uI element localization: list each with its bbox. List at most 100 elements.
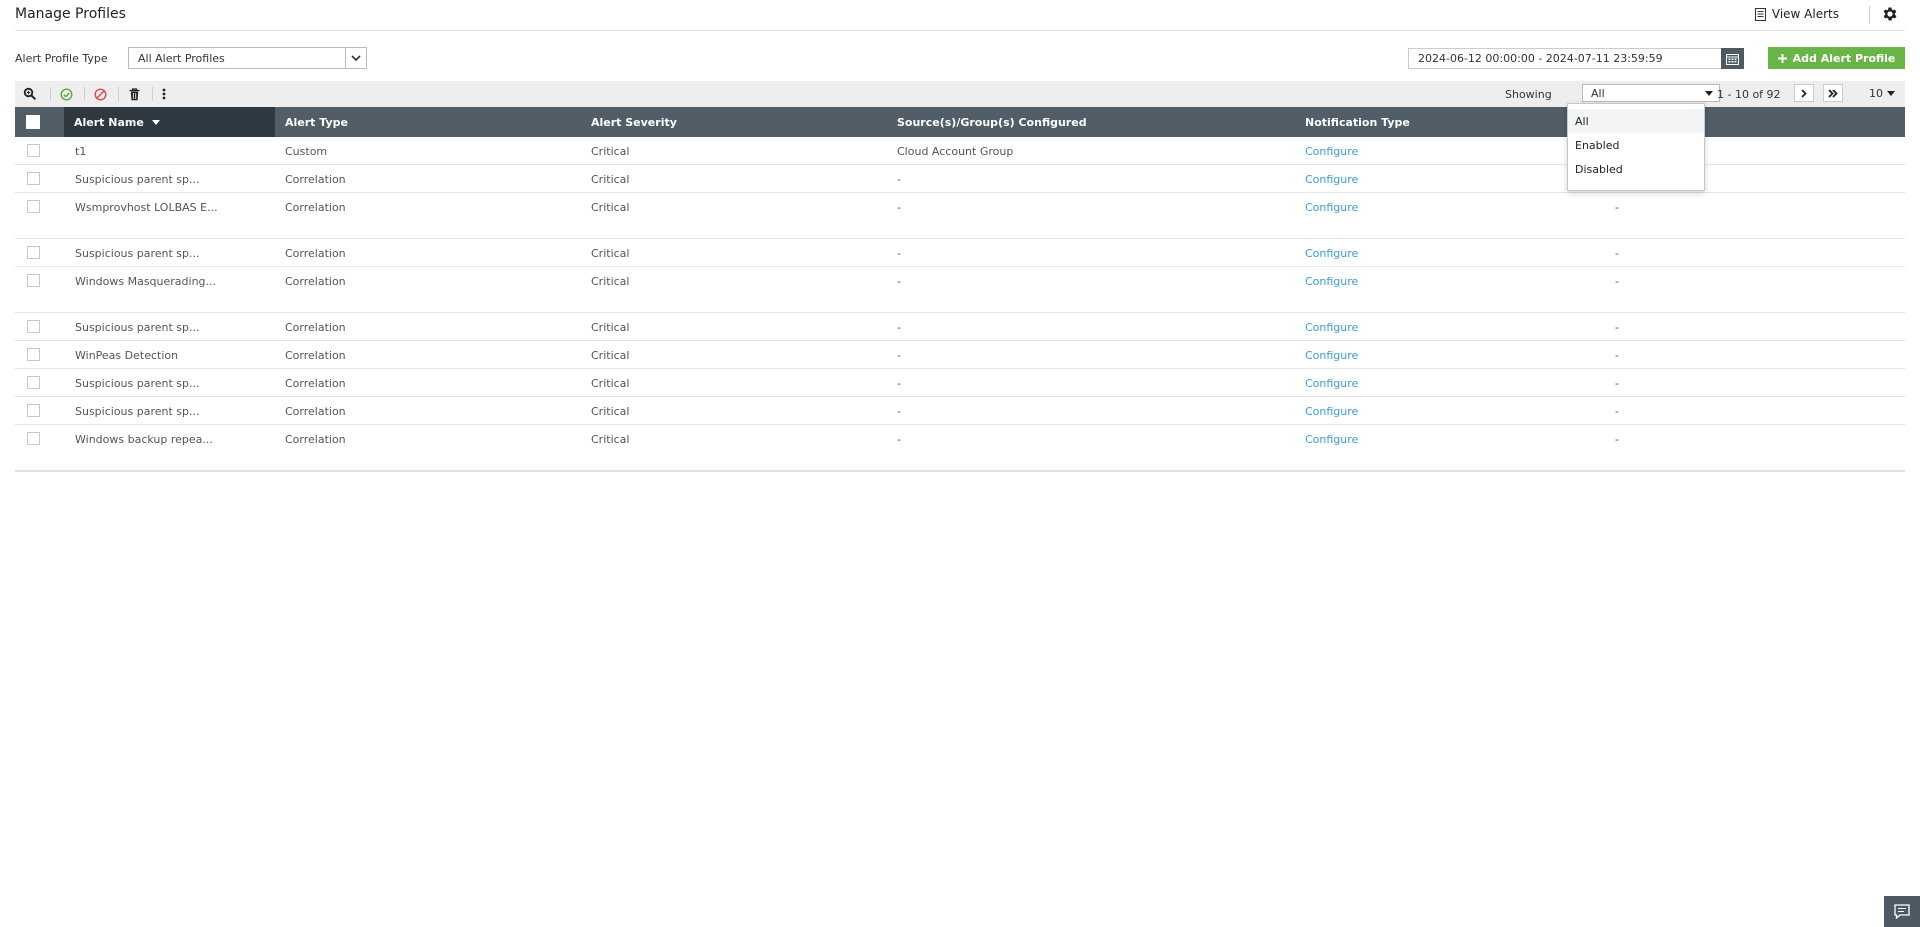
dropdown-option-all[interactable]: All [1568,109,1704,133]
alert-type-cell: Correlation [285,247,346,260]
last-page-icon[interactable] [1823,84,1843,102]
checkbox-box [27,246,40,259]
alert-severity-cell: Critical [591,321,630,334]
showing-select[interactable]: All [1582,84,1720,102]
alert-profile-type-value: All Alert Profiles [138,51,225,65]
table-row[interactable]: Windows Masquerading... Correlation Critic… [15,267,1905,313]
row-checkbox[interactable] [27,274,40,287]
column-header-notification-type[interactable]: Notification Type [1305,107,1410,137]
add-alert-profile-label: Add Alert Profile [1792,51,1896,65]
checkbox-box [27,348,40,361]
row-checkbox[interactable] [27,404,40,417]
table-row[interactable]: Suspicious parent sp... Correlation Critic… [15,369,1905,397]
source-cell: - [897,201,901,214]
column-label: Source(s)/Group(s) Configured [897,115,1087,129]
column-header-alert-name[interactable]: Alert Name [64,107,275,137]
alert-profile-type-select[interactable]: All Alert Profiles [128,47,367,69]
per-page-value: 10 [1869,87,1883,100]
calendar-icon[interactable] [1721,48,1744,69]
chat-button[interactable] [1884,896,1920,927]
configure-link[interactable]: Configure [1305,433,1358,446]
view-alerts-link[interactable]: View Alerts [1754,7,1839,21]
alert-name-cell[interactable]: Windows backup repea... [75,433,213,446]
alert-type-cell: Correlation [285,405,346,418]
showing-value: All [1591,86,1605,100]
table-row[interactable]: Suspicious parent sp... Correlation Critic… [15,239,1905,267]
dropdown-option-disabled[interactable]: Disabled [1568,157,1704,181]
configure-link[interactable]: Configure [1305,377,1358,390]
extra-cell: - [1615,433,1619,446]
chevron-down-icon [1705,90,1713,96]
search-icon[interactable] [22,86,38,102]
alert-name-cell[interactable]: t1 [75,145,86,158]
row-checkbox[interactable] [27,246,40,259]
column-header-sources[interactable]: Source(s)/Group(s) Configured [897,107,1087,137]
alert-name-cell[interactable]: Suspicious parent sp... [75,377,200,390]
source-cell: Cloud Account Group [897,145,1014,158]
row-checkbox[interactable] [27,144,40,157]
column-label: Alert Name [74,115,144,129]
per-page-select[interactable]: 10 [1869,87,1895,100]
alert-type-cell: Correlation [285,275,346,288]
configure-link[interactable]: Configure [1305,405,1358,418]
row-checkbox[interactable] [27,200,40,213]
source-cell: - [897,377,901,390]
alert-name-cell[interactable]: Windows Masquerading... [75,275,216,288]
add-alert-profile-button[interactable]: Add Alert Profile [1768,47,1905,69]
configure-link[interactable]: Configure [1305,275,1358,288]
alert-type-cell: Correlation [285,433,346,446]
column-header-alert-type[interactable]: Alert Type [285,107,348,137]
extra-cell: - [1615,405,1619,418]
more-vertical-icon[interactable] [156,86,172,102]
row-checkbox[interactable] [27,348,40,361]
chevron-down-icon[interactable] [345,48,366,68]
page-info: 1 - 10 of 92 [1717,88,1781,101]
dropdown-option-enabled[interactable]: Enabled [1568,133,1704,157]
source-cell: - [897,173,901,186]
configure-link[interactable]: Configure [1305,173,1358,186]
alert-name-cell[interactable]: Suspicious parent sp... [75,405,200,418]
select-all-checkbox[interactable] [26,115,40,129]
table-row[interactable]: Windows backup repea... Correlation Critic… [15,425,1905,471]
toolbar-divider [118,87,119,101]
alert-severity-cell: Critical [591,201,630,214]
configure-link[interactable]: Configure [1305,247,1358,260]
chevron-down-icon [1887,91,1895,96]
row-checkbox[interactable] [27,172,40,185]
alert-name-cell[interactable]: WinPeas Detection [75,349,178,362]
row-checkbox[interactable] [27,432,40,445]
enable-icon[interactable] [58,86,74,102]
checkbox-box [27,376,40,389]
table-row[interactable]: Suspicious parent sp... Correlation Critic… [15,397,1905,425]
alert-severity-cell: Critical [591,405,630,418]
toolbar-divider [152,87,153,101]
page-title: Manage Profiles [15,6,126,22]
alert-name-cell[interactable]: Suspicious parent sp... [75,173,200,186]
configure-link[interactable]: Configure [1305,145,1358,158]
configure-link[interactable]: Configure [1305,349,1358,362]
row-checkbox[interactable] [27,320,40,333]
alert-type-cell: Correlation [285,173,346,186]
alert-severity-cell: Critical [591,433,630,446]
disable-icon[interactable] [92,86,108,102]
gear-icon[interactable] [1881,5,1899,23]
view-alerts-label: View Alerts [1771,7,1839,21]
table-row[interactable]: Suspicious parent sp... Correlation Critic… [15,313,1905,341]
checkbox-box [27,200,40,213]
configure-link[interactable]: Configure [1305,321,1358,334]
configure-link[interactable]: Configure [1305,201,1358,214]
table-row[interactable]: Wsmprovhost LOLBAS E... Correlation Critic… [15,193,1905,239]
delete-icon[interactable] [126,86,142,102]
next-page-icon[interactable] [1794,84,1814,102]
alert-name-cell[interactable]: Wsmprovhost LOLBAS E... [75,201,218,214]
date-range-picker[interactable]: 2024-06-12 00:00:00 - 2024-07-11 23:59:5… [1408,48,1744,69]
title-divider [1869,6,1870,24]
extra-cell: - [1615,321,1619,334]
alert-name-cell[interactable]: Suspicious parent sp... [75,247,200,260]
row-checkbox[interactable] [27,376,40,389]
table-row[interactable]: WinPeas Detection Correlation Critical - Con… [15,341,1905,369]
title-bar: Manage Profiles View Alerts [15,0,1905,31]
alert-name-cell[interactable]: Suspicious parent sp... [75,321,200,334]
column-header-alert-severity[interactable]: Alert Severity [591,107,677,137]
alert-severity-cell: Critical [591,377,630,390]
